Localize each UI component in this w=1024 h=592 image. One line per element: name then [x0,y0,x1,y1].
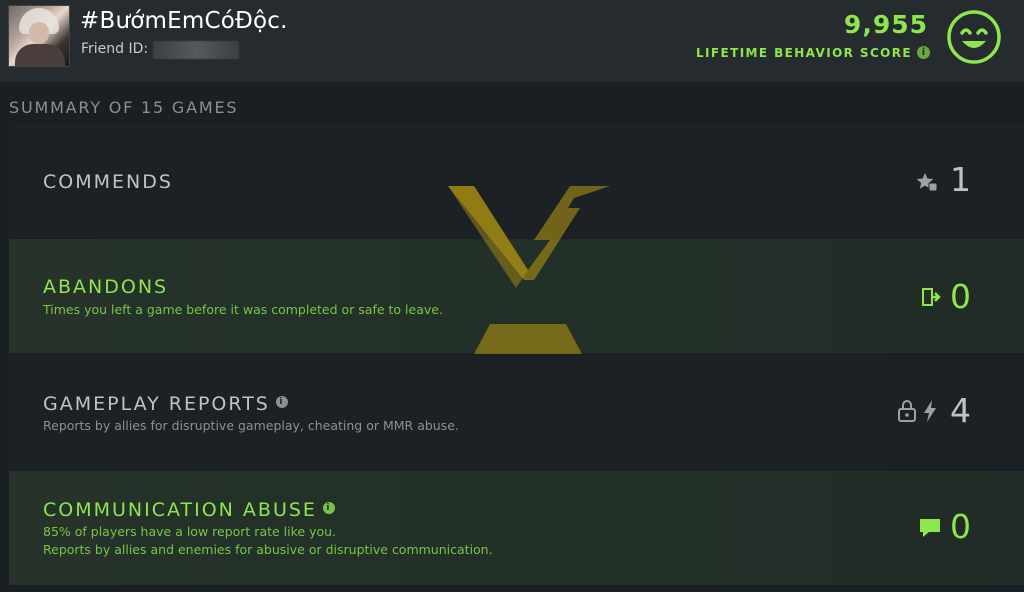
behavior-score-label: LIFETIME BEHAVIOR SCORE [696,46,912,60]
gameplay-reports-count: 4 [950,391,971,430]
smile-face-icon [947,10,1001,64]
friend-id-redacted [153,41,239,59]
friend-id-label: Friend ID: [81,41,149,57]
behavior-score-value: 9,955 [843,10,928,39]
exit-door-icon [922,288,941,306]
row-title: COMMENDS [43,171,173,193]
player-name: #BướmEmCóĐộc. [80,8,288,34]
commends-count: 1 [950,160,971,199]
row-title-text: GAMEPLAY REPORTS [43,393,270,415]
lightning-icon [924,400,936,422]
star-thumb-icon [916,173,938,192]
commends-row: COMMENDS 1 [9,124,1024,238]
profile-header: #BướmEmCóĐộc. Friend ID: 9,955 LIFETIME … [0,0,1024,82]
lock-icon [898,400,916,422]
info-icon[interactable]: i [917,46,930,59]
row-description: Reports by allies and enemies for abusiv… [43,542,493,557]
info-icon[interactable]: i [275,395,288,408]
chat-bubble-icon [920,519,940,537]
abandons-count: 0 [950,277,971,316]
avatar[interactable] [8,5,70,67]
row-description: 85% of players have a low report rate li… [43,524,337,539]
info-icon[interactable]: i [322,501,335,514]
gameplay-reports-row: GAMEPLAY REPORTS i Reports by allies for … [9,355,1024,469]
row-description: Reports by allies for disruptive gamepla… [43,418,459,433]
communication-abuse-count: 0 [950,507,971,546]
row-title-text: COMMUNICATION ABUSE [43,499,317,521]
row-title: GAMEPLAY REPORTS i [43,393,288,415]
row-description: Times you left a game before it was comp… [43,302,443,317]
abandons-row: ABANDONS Times you left a game before it… [9,239,1024,353]
row-title: ABANDONS [43,276,169,298]
row-title: COMMUNICATION ABUSE i [43,499,335,521]
communication-abuse-row: COMMUNICATION ABUSE i 85% of players have… [9,471,1024,585]
summary-title: SUMMARY OF 15 GAMES [9,98,239,117]
